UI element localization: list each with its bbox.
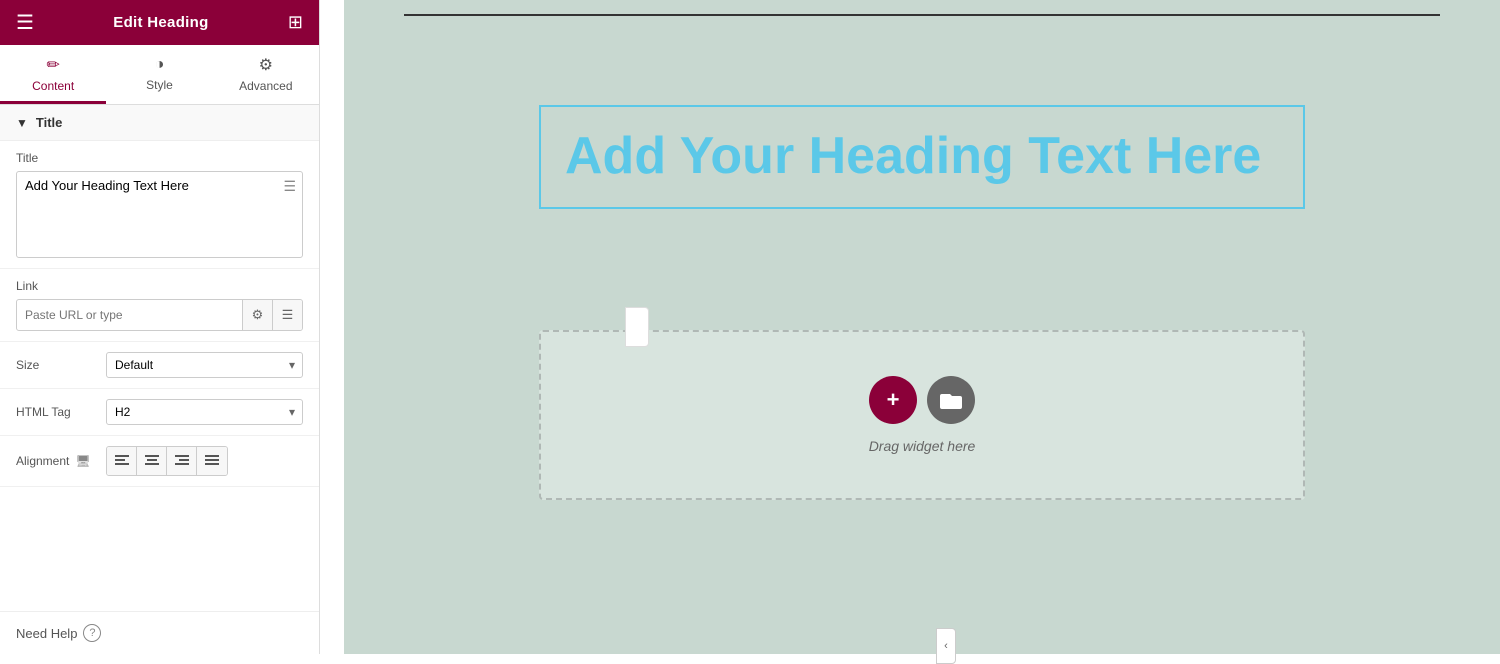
left-panel: ☰ Edit Heading ⊞ ✏ Content ◑ Style ⚙ Adv… — [0, 0, 320, 654]
section-collapse-arrow[interactable]: ▼ — [16, 116, 28, 130]
panel-content: ▼ Title Title Add Your Heading Text Here… — [0, 105, 319, 611]
content-tab-label: Content — [32, 79, 74, 93]
section-header-title: ▼ Title — [0, 105, 319, 141]
title-textarea[interactable]: Add Your Heading Text Here — [17, 172, 302, 252]
content-tab-icon: ✏ — [46, 55, 59, 75]
html-tag-row: HTML Tag H1 H2 H3 H4 H5 H6 div span p — [0, 389, 319, 436]
textarea-list-icon[interactable]: ☰ — [283, 178, 296, 195]
heading-widget[interactable]: Add Your Heading Text Here — [539, 105, 1305, 209]
collapse-panel-button[interactable]: ‹ — [625, 307, 649, 347]
drop-label: Drag widget here — [869, 438, 976, 454]
size-row: Size Default Small Medium Large XL XXL — [0, 342, 319, 389]
link-input-wrapper: ⚙ ☰ — [16, 299, 303, 331]
responsive-icon: 🖥 — [75, 454, 90, 468]
widget-library-button[interactable] — [927, 376, 975, 424]
style-tab-icon: ◑ — [155, 56, 165, 74]
help-icon[interactable]: ? — [83, 624, 101, 642]
heading-text: Add Your Heading Text Here — [565, 127, 1279, 187]
size-select-wrapper: Default Small Medium Large XL XXL — [106, 352, 303, 378]
link-label: Link — [16, 279, 303, 293]
html-tag-select[interactable]: H1 H2 H3 H4 H5 H6 div span p — [106, 399, 303, 425]
align-right-button[interactable] — [167, 447, 197, 475]
title-field-group: Title Add Your Heading Text Here ☰ — [0, 141, 319, 269]
size-label: Size — [16, 358, 106, 372]
tab-content[interactable]: ✏ Content — [0, 45, 106, 104]
panel-footer: Need Help ? — [0, 611, 319, 654]
top-border-line — [404, 14, 1440, 16]
alignment-buttons — [106, 446, 228, 476]
style-tab-label: Style — [146, 78, 173, 92]
advanced-tab-icon: ⚙ — [259, 55, 273, 75]
panel-title: Edit Heading — [113, 14, 208, 31]
title-textarea-wrapper: Add Your Heading Text Here ☰ — [16, 171, 303, 258]
link-list-icon[interactable]: ☰ — [272, 300, 302, 330]
add-widget-button[interactable]: + — [869, 376, 917, 424]
help-text: Need Help — [16, 626, 77, 641]
grid-icon[interactable]: ⊞ — [288, 12, 303, 33]
drop-zone: + Drag widget here — [539, 330, 1305, 500]
align-justify-button[interactable] — [197, 447, 227, 475]
tab-advanced[interactable]: ⚙ Advanced — [213, 45, 319, 104]
alignment-label: Alignment 🖥 — [16, 454, 106, 468]
align-left-button[interactable] — [107, 447, 137, 475]
alignment-row: Alignment 🖥 — [0, 436, 319, 487]
advanced-tab-label: Advanced — [239, 79, 292, 93]
link-field-group: Link ⚙ ☰ — [0, 269, 319, 342]
title-label: Title — [16, 151, 303, 165]
section-title-label: Title — [36, 115, 63, 130]
tab-style[interactable]: ◑ Style — [106, 45, 212, 104]
canvas: Add Your Heading Text Here + Drag widget… — [344, 0, 1500, 654]
panel-header: ☰ Edit Heading ⊞ — [0, 0, 319, 45]
link-input[interactable] — [17, 302, 242, 328]
size-select[interactable]: Default Small Medium Large XL XXL — [106, 352, 303, 378]
drop-zone-buttons: + — [869, 376, 975, 424]
html-tag-select-wrapper: H1 H2 H3 H4 H5 H6 div span p — [106, 399, 303, 425]
menu-icon[interactable]: ☰ — [16, 10, 34, 35]
panel-tabs: ✏ Content ◑ Style ⚙ Advanced — [0, 45, 319, 105]
link-settings-icon[interactable]: ⚙ — [242, 300, 272, 330]
align-center-button[interactable] — [137, 447, 167, 475]
html-tag-label: HTML Tag — [16, 405, 106, 419]
